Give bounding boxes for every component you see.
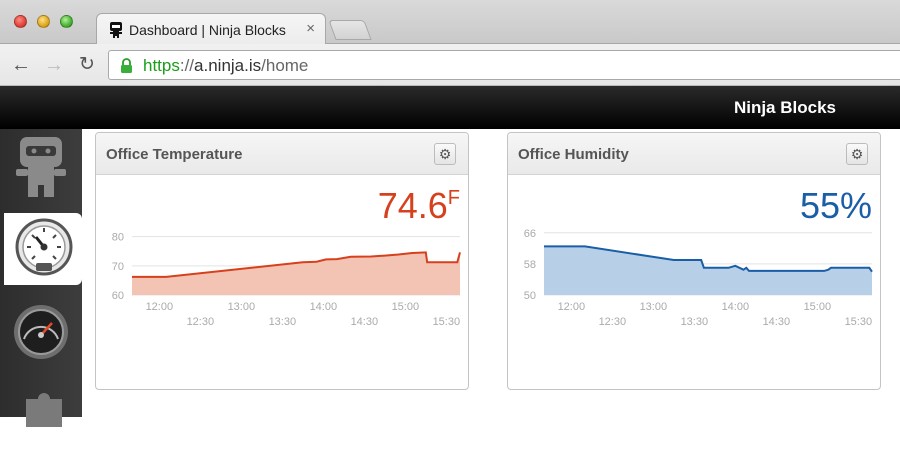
speedometer-icon	[14, 305, 68, 359]
temperature-chart: 80 70 60 12:00 13:00 14:00 15:00 12:30 13:30 14:3…	[112, 232, 461, 328]
x-tick-label: 14:00	[722, 301, 750, 313]
humidity-value: 55%	[799, 185, 872, 226]
x-tick-label: 13:30	[681, 316, 709, 328]
app-header: Ninja Blocks	[0, 86, 900, 129]
sidebar-item-apps[interactable]	[0, 381, 82, 453]
browser-tab-dashboard[interactable]: Dashboard | Ninja Blocks ×	[96, 13, 326, 45]
x-tick-label: 12:00	[558, 301, 586, 313]
tab-close-icon[interactable]: ×	[306, 20, 315, 37]
widget-office-humidity: Office Humidity ⚙ 55% 66 58 50 12:00 13:00 14…	[507, 132, 881, 390]
ninja-logo-icon	[16, 137, 66, 197]
url-separator: ://	[179, 56, 195, 75]
back-arrow-icon[interactable]: ←	[10, 54, 32, 76]
y-tick-label: 58	[524, 259, 536, 271]
forward-arrow-icon[interactable]: →	[43, 54, 65, 76]
widget-header: Office Temperature ⚙	[96, 133, 468, 175]
lock-icon	[121, 58, 132, 73]
x-tick-label: 13:00	[640, 301, 668, 313]
new-tab-button[interactable]	[328, 20, 372, 40]
x-tick-label: 14:30	[763, 316, 791, 328]
ninja-favicon-icon	[110, 22, 122, 38]
x-tick-label: 12:00	[146, 301, 174, 313]
x-tick-label: 15:00	[392, 301, 420, 313]
sidebar-item-dashboard[interactable]	[4, 213, 82, 285]
y-tick-label: 80	[112, 232, 124, 244]
sidebar-item-devices[interactable]	[0, 297, 82, 369]
puzzle-icon	[26, 393, 62, 427]
temperature-value: 74.6	[377, 185, 448, 226]
browser-toolbar: ← → ↻ https://a.ninja.is/home	[0, 44, 900, 86]
sidebar-item-home[interactable]	[0, 129, 82, 201]
x-tick-label: 15:30	[433, 316, 461, 328]
widget-title: Office Humidity	[518, 146, 629, 163]
y-tick-label: 60	[112, 290, 124, 302]
gear-icon: ⚙	[850, 146, 864, 162]
zoom-window-button[interactable]	[60, 15, 73, 28]
minimize-window-button[interactable]	[37, 15, 50, 28]
reload-icon[interactable]: ↻	[76, 54, 98, 76]
humidity-chart: 66 58 50 12:00 13:00 14:00 15:00 12:30 13:30 14:3…	[524, 228, 873, 328]
sidebar	[0, 129, 82, 427]
y-tick-label: 70	[112, 261, 124, 273]
x-tick-label: 14:30	[351, 316, 379, 328]
tab-title: Dashboard | Ninja Blocks	[129, 22, 286, 38]
x-tick-label: 13:00	[228, 301, 256, 313]
gauge-icon	[15, 218, 73, 276]
x-tick-label: 14:00	[310, 301, 338, 313]
gear-icon: ⚙	[438, 146, 452, 162]
widget-office-temperature: Office Temperature ⚙ 74.6F 80 70 60 12:00 13…	[95, 132, 469, 390]
brand-title: Ninja Blocks	[733, 98, 836, 117]
url-scheme: https	[143, 56, 180, 75]
series-area	[132, 252, 460, 295]
widget-title: Office Temperature	[106, 146, 243, 163]
url-text[interactable]: https://a.ninja.is/home	[143, 56, 308, 76]
y-tick-label: 50	[524, 290, 536, 302]
widget-settings-button[interactable]: ⚙	[846, 143, 868, 165]
x-tick-label: 15:00	[804, 301, 832, 313]
url-host: a.ninja.is	[194, 56, 262, 75]
temperature-unit: F	[447, 187, 460, 209]
close-window-button[interactable]	[14, 15, 27, 28]
x-tick-label: 12:30	[599, 316, 627, 328]
url-path: /home	[261, 56, 309, 75]
widget-settings-button[interactable]: ⚙	[434, 143, 456, 165]
browser-tabstrip: Dashboard | Ninja Blocks ×	[0, 0, 900, 45]
x-tick-label: 12:30	[187, 316, 215, 328]
y-tick-label: 66	[524, 228, 536, 240]
dashboard-main: Office Temperature ⚙ 74.6F 80 70 60 12:00 13…	[82, 129, 900, 417]
address-bar[interactable]: https://a.ninja.is/home	[108, 50, 900, 80]
x-tick-label: 15:30	[845, 316, 873, 328]
x-tick-label: 13:30	[269, 316, 297, 328]
widget-header: Office Humidity ⚙	[508, 133, 880, 175]
